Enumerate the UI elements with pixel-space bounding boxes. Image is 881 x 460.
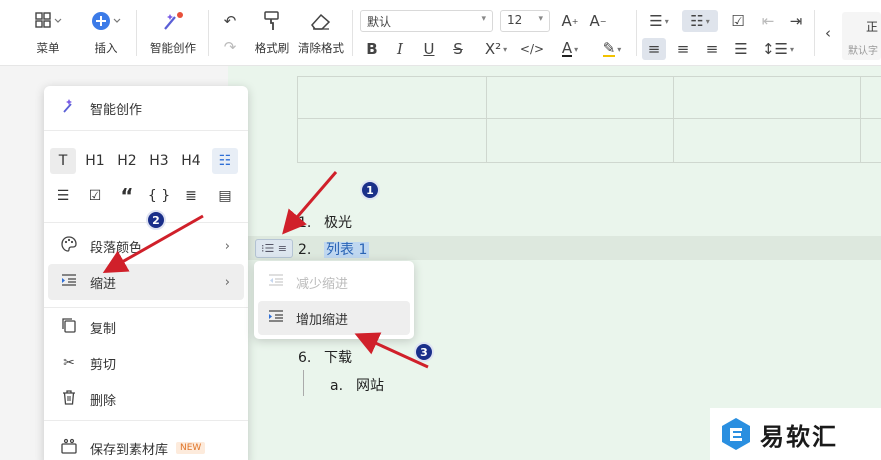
annotation-arrow-1 [282,171,338,235]
watermark-text: 易软汇 [760,422,838,451]
watermark: 易软汇 [710,408,881,460]
step-badge-1: 1 [360,180,380,200]
annotation-arrows [102,171,429,369]
step-badge-3: 3 [414,342,434,362]
step-badge-2: 2 [146,210,166,230]
watermark-logo-icon [720,417,752,451]
